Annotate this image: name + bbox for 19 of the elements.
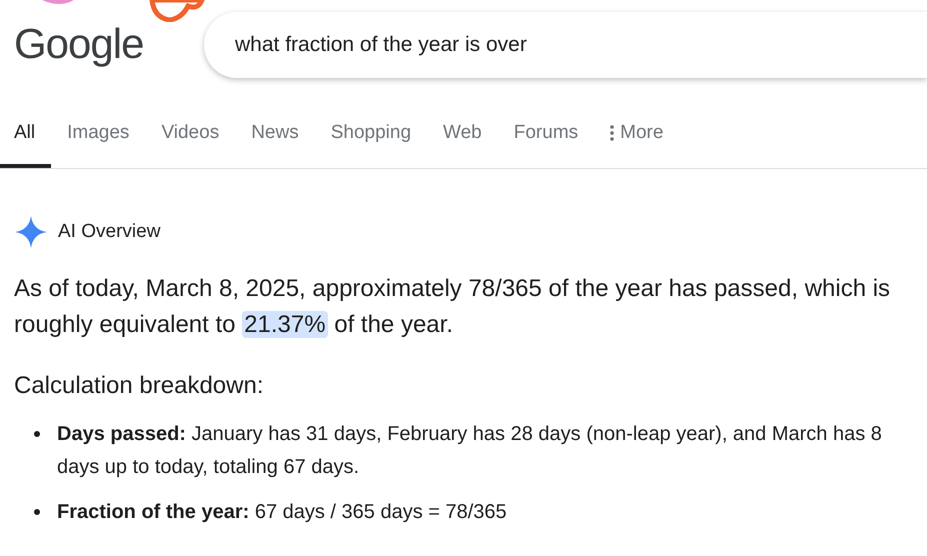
search-tab[interactable]: Web xyxy=(429,101,498,168)
search-tab[interactable]: Forums xyxy=(500,101,594,168)
summary-paragraph: As of today, March 8, 2025, approximately 78/365 of the year has passed, which is roughly equivalent to 21.37% of the year. xyxy=(14,274,892,340)
bullet-text: Days passed: January has 31 days, February has 28 days (non-leap year), and March has 8 days up to today, totaling 67 days. xyxy=(57,422,883,480)
search-tab[interactable]: Shopping xyxy=(316,101,428,168)
sparkle-icon xyxy=(14,215,48,249)
bullet-text: Fraction of the year: 67 days / 365 days = 78/365 xyxy=(57,500,508,525)
bullet-icon xyxy=(34,509,40,515)
google-logo[interactable]: Google xyxy=(14,20,204,68)
search-tab[interactable]: Images xyxy=(53,101,146,168)
ai-overview-title: AI Overview xyxy=(58,221,160,243)
search-field[interactable]: what fraction of the year is over xyxy=(204,12,927,78)
search-tab[interactable]: More xyxy=(596,101,680,168)
search-tab[interactable]: All xyxy=(0,101,52,168)
more-icon xyxy=(610,124,614,140)
section-heading: Calculation breakdown: xyxy=(14,372,264,400)
search-tab[interactable]: News xyxy=(237,101,315,168)
bullet-icon xyxy=(34,431,40,437)
search-tab[interactable]: Videos xyxy=(147,101,236,168)
